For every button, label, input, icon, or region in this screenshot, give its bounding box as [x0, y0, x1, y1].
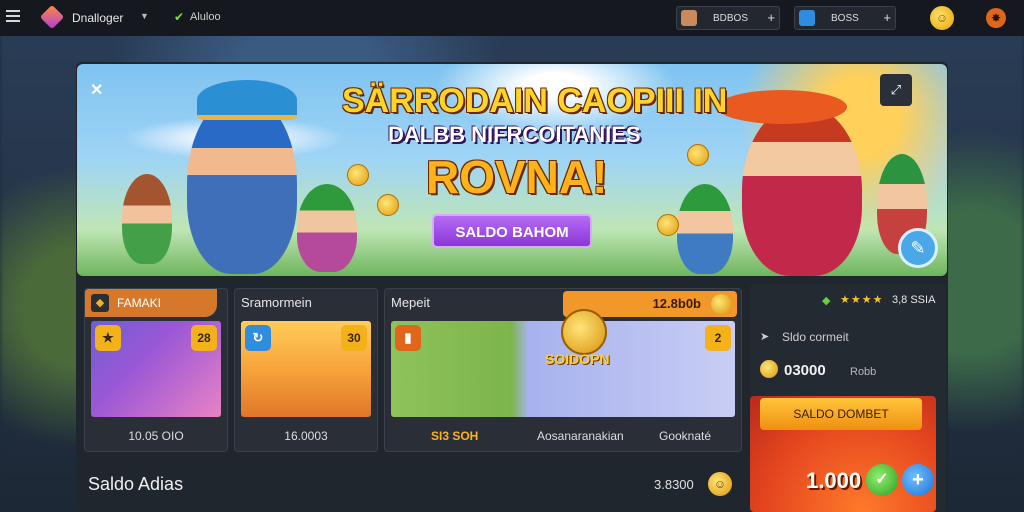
balance-unit: Robb: [850, 366, 877, 378]
banner-cta-button[interactable]: SALDO BAHOM: [432, 214, 592, 248]
link-icon: ➤: [760, 331, 770, 343]
game-card[interactable]: ◆ FAMAKI ★ 28 10.05 OIO: [84, 288, 228, 452]
menu-icon[interactable]: [6, 10, 20, 24]
top-bar: Dnalloger ▼ ✔ Aluloo BDBOS + BOSS + ☺ ✸: [0, 0, 1024, 36]
card-caption: 10.05 OIO: [128, 429, 184, 443]
app-logo: [39, 4, 65, 30]
flag-icon: ✔: [174, 10, 185, 24]
coin-illustration: [377, 194, 399, 216]
tag-icon: ▮: [395, 325, 421, 351]
card-caption: 16.0003: [284, 429, 328, 443]
game-thumbnail[interactable]: ↻ 30: [241, 321, 371, 417]
character-illustration: [297, 184, 357, 272]
promo-value: 1.000: [806, 468, 862, 493]
coin-icon: ☺: [708, 472, 732, 496]
section-title: Saldo Adias: [88, 474, 184, 494]
currency-value: BOSS: [831, 13, 859, 24]
coin-icon: [711, 294, 731, 314]
game-card[interactable]: Sramormein ↻ 30 16.0003: [234, 288, 378, 452]
banner-subheadline: DALBB NIFRCOITANIES: [388, 122, 641, 147]
edit-icon[interactable]: ✎: [898, 228, 938, 268]
refresh-icon: ↻: [245, 325, 271, 351]
controller-icon: ◆: [91, 294, 109, 312]
plus-icon[interactable]: +: [767, 10, 775, 25]
confirm-icon[interactable]: ✓: [866, 464, 898, 496]
card-header: ◆ FAMAKI: [85, 289, 217, 317]
character-illustration: [742, 104, 862, 276]
game-thumbnail[interactable]: ★ 28: [91, 321, 221, 417]
coin-illustration: [561, 309, 607, 355]
section-value: 3.8300: [654, 477, 694, 492]
card-badge: 2: [705, 325, 731, 351]
gem-icon: [799, 10, 815, 26]
close-icon[interactable]: ✕: [90, 80, 103, 100]
chevron-down-icon[interactable]: ▼: [140, 11, 149, 21]
promo-box: SALDO DOMBET 1.000: [750, 396, 936, 512]
side-link[interactable]: Sldo cormeit: [782, 330, 849, 344]
character-illustration: [677, 184, 733, 274]
character-illustration: [187, 94, 297, 274]
avatar: [681, 10, 697, 26]
rating-value: 3,8 SSIA: [892, 294, 936, 306]
leaf-icon: ◆: [822, 295, 831, 307]
hat-illustration: [197, 80, 297, 120]
plus-icon[interactable]: +: [883, 10, 891, 25]
add-icon[interactable]: +: [902, 464, 934, 496]
hat-illustration: [717, 90, 847, 124]
coin-illustration: [657, 214, 679, 236]
settings-icon[interactable]: ✸: [986, 8, 1006, 28]
star-icon: ★: [95, 325, 121, 351]
promo-button[interactable]: SALDO DOMBET: [760, 398, 922, 430]
banner-headline: SÄRRODAIN CAOPIII IN: [342, 82, 728, 120]
banner-title: ROVNA!: [426, 151, 608, 203]
coin-icon[interactable]: ☺: [930, 6, 954, 30]
coin-illustration: [687, 144, 709, 166]
card-caption: Gooknaté: [659, 429, 712, 443]
card-badge: 30: [341, 325, 367, 351]
card-caption: Aosanaranakian: [537, 429, 624, 443]
brand-name[interactable]: Dnalloger: [72, 11, 123, 25]
nav-link[interactable]: Aluloo: [190, 11, 221, 23]
coin-label: SOIDOPN: [545, 351, 610, 367]
card-badge: 28: [191, 325, 217, 351]
balance-value: 03000: [784, 362, 826, 379]
card-caption: SI3 SOH: [431, 429, 479, 443]
currency-chip[interactable]: BOSS +: [794, 6, 896, 30]
card-title: Sramormein: [241, 295, 312, 310]
rating-stars: ★★★★: [840, 294, 884, 306]
profile-name: BDBOS: [713, 13, 749, 24]
coin-illustration: [347, 164, 369, 186]
character-illustration: [122, 174, 172, 264]
card-title: Mepeit: [391, 295, 431, 310]
coin-icon: [760, 360, 778, 378]
profile-chip[interactable]: BDBOS +: [676, 6, 780, 30]
game-card-wide[interactable]: Mepeit 12.8b0b ▮ 2 SOIDOPN SI3 SOH Aosan…: [384, 288, 742, 452]
expand-icon[interactable]: ⤢: [880, 74, 912, 106]
tag-value: 12.8b0b: [652, 296, 701, 311]
card-title: FAMAKI: [117, 296, 162, 310]
